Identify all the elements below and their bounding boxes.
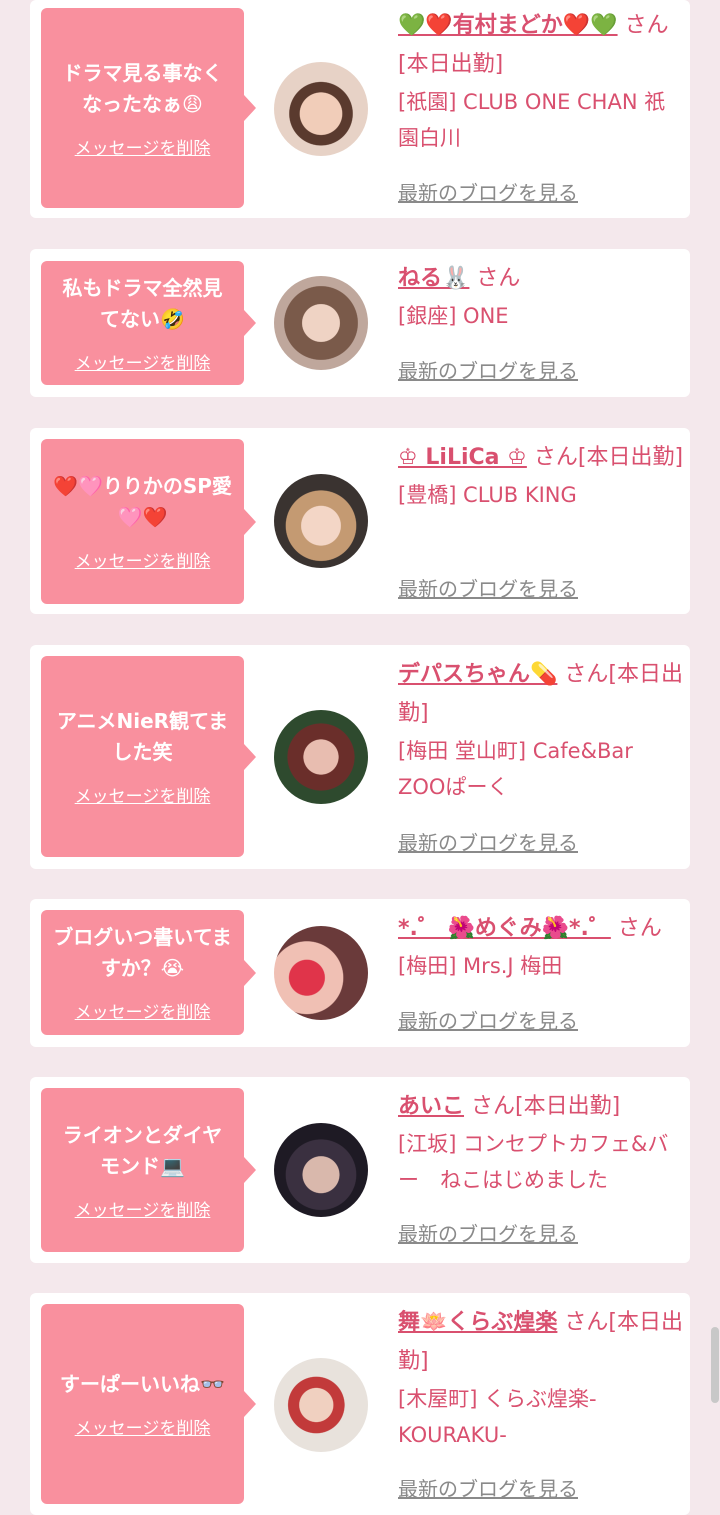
host-name-line: ♔ LiLiCa ♔ さん[本日出勤]	[398, 438, 684, 477]
conversation-card: ブログいつ書いてますか？😭 メッセージを削除 *.゜ 🌺めぐみ🌺*.゜ さん […	[30, 899, 690, 1047]
shop-info: [江坂] コンセプトカフェ&バー ねこはじめました	[398, 1132, 669, 1192]
latest-blog-link[interactable]: 最新のブログを見る	[398, 355, 578, 384]
host-name-line: *.゜ 🌺めぐみ🌺*.゜ さん	[398, 909, 684, 948]
host-info: デパスちゃん💊 さん[本日出勤] [梅田 堂山町] Cafe&Bar ZOOぱー…	[398, 655, 684, 805]
host-info: *.゜ 🌺めぐみ🌺*.゜ さん [梅田] Mrs.J 梅田	[398, 909, 684, 984]
host-name-line: 舞🪷くらぶ煌楽 さん[本日出勤]	[398, 1303, 684, 1381]
host-name-link[interactable]: あいこ	[398, 1094, 464, 1119]
message-bubble: ライオンとダイヤモンド💻 メッセージを削除	[41, 1088, 256, 1252]
conversation-card: 私もドラマ全然見てない🤣 メッセージを削除 ねる🐰 さん [銀座] ONE 最新…	[30, 249, 690, 397]
delete-message-link[interactable]: メッセージを削除	[75, 547, 211, 572]
conversation-card: ライオンとダイヤモンド💻 メッセージを削除 あいこ さん[本日出勤] [江坂] …	[30, 1077, 690, 1263]
message-text: ❤️🩷りりかのSP愛🩷❤️	[53, 474, 232, 529]
avatar[interactable]	[274, 276, 368, 370]
shop-info: [銀座] ONE	[398, 304, 509, 328]
host-name-line: デパスちゃん💊 さん[本日出勤]	[398, 655, 684, 733]
message-text: ライオンとダイヤモンド💻	[62, 1122, 223, 1178]
host-status: さん[本日出勤]	[471, 1094, 621, 1119]
latest-blog-link[interactable]: 最新のブログを見る	[398, 1473, 578, 1502]
host-info: ♔ LiLiCa ♔ さん[本日出勤] [豊橋] CLUB KING	[398, 438, 684, 513]
host-info: 💚❤️有村まどか❤️💚 さん[本日出勤] [祇園] CLUB ONE CHAN …	[398, 6, 684, 156]
delete-message-link[interactable]: メッセージを削除	[75, 134, 211, 159]
host-info: ねる🐰 さん [銀座] ONE	[398, 259, 684, 334]
shop-info: [豊橋] CLUB KING	[398, 483, 577, 507]
shop-info: [木屋町] くらぶ煌楽-KOURAKU-	[398, 1387, 597, 1447]
avatar[interactable]	[274, 1123, 368, 1217]
message-bubble: アニメNieR観てました笑 メッセージを削除	[41, 656, 256, 857]
avatar[interactable]	[274, 62, 368, 156]
host-name-link[interactable]: 舞🪷くらぶ煌楽	[398, 1310, 557, 1335]
message-bubble: すーぱーいいね👓 メッセージを削除	[41, 1304, 256, 1504]
host-info: 舞🪷くらぶ煌楽 さん[本日出勤] [木屋町] くらぶ煌楽-KOURAKU-	[398, 1303, 684, 1453]
message-bubble: ドラマ見る事なくなったなぁ😩 メッセージを削除	[41, 8, 256, 208]
latest-blog-link[interactable]: 最新のブログを見る	[398, 177, 578, 206]
host-name-link[interactable]: ねる🐰	[398, 266, 469, 291]
latest-blog-link[interactable]: 最新のブログを見る	[398, 1218, 578, 1247]
host-name-line: あいこ さん[本日出勤]	[398, 1087, 684, 1126]
avatar[interactable]	[274, 710, 368, 804]
host-name-link[interactable]: 💚❤️有村まどか❤️💚	[398, 13, 618, 38]
host-status: さん	[476, 266, 521, 291]
conversation-card: すーぱーいいね👓 メッセージを削除 舞🪷くらぶ煌楽 さん[本日出勤] [木屋町]…	[30, 1293, 690, 1515]
host-name-line: 💚❤️有村まどか❤️💚 さん[本日出勤]	[398, 6, 684, 84]
message-text: ブログいつ書いてますか？😭	[53, 925, 232, 980]
latest-blog-link[interactable]: 最新のブログを見る	[398, 827, 578, 856]
latest-blog-link[interactable]: 最新のブログを見る	[398, 573, 578, 602]
host-name-link[interactable]: デパスちゃん💊	[398, 662, 557, 687]
shop-info: [祇園] CLUB ONE CHAN 祇園白川	[398, 90, 666, 150]
shop-info: [梅田] Mrs.J 梅田	[398, 954, 563, 978]
message-text: 私もドラマ全然見てない🤣	[62, 275, 223, 331]
host-name-link[interactable]: ♔ LiLiCa ♔	[398, 445, 527, 470]
avatar[interactable]	[274, 474, 368, 568]
conversation-card: アニメNieR観てました笑 メッセージを削除 デパスちゃん💊 さん[本日出勤] …	[30, 645, 690, 869]
avatar[interactable]	[274, 1358, 368, 1452]
host-info: あいこ さん[本日出勤] [江坂] コンセプトカフェ&バー ねこはじめました	[398, 1087, 684, 1198]
avatar[interactable]	[274, 926, 368, 1020]
delete-message-link[interactable]: メッセージを削除	[75, 782, 211, 807]
delete-message-link[interactable]: メッセージを削除	[75, 349, 211, 374]
latest-blog-link[interactable]: 最新のブログを見る	[398, 1005, 578, 1034]
delete-message-link[interactable]: メッセージを削除	[75, 1196, 211, 1221]
message-text: ドラマ見る事なくなったなぁ😩	[62, 60, 223, 116]
host-name-link[interactable]: *.゜ 🌺めぐみ🌺*.゜	[398, 916, 611, 941]
conversation-card: ❤️🩷りりかのSP愛🩷❤️ メッセージを削除 ♔ LiLiCa ♔ さん[本日出…	[30, 428, 690, 614]
message-bubble: 私もドラマ全然見てない🤣 メッセージを削除	[41, 261, 256, 385]
message-bubble: ブログいつ書いてますか？😭 メッセージを削除	[41, 910, 256, 1035]
host-status: さん[本日出勤]	[533, 445, 684, 470]
message-bubble: ❤️🩷りりかのSP愛🩷❤️ メッセージを削除	[41, 439, 256, 604]
delete-message-link[interactable]: メッセージを削除	[75, 998, 211, 1023]
host-name-line: ねる🐰 さん	[398, 259, 684, 298]
scrollbar-thumb[interactable]	[711, 1327, 719, 1403]
host-status: さん	[617, 916, 662, 941]
conversation-card: ドラマ見る事なくなったなぁ😩 メッセージを削除 💚❤️有村まどか❤️💚 さん[本…	[30, 0, 690, 218]
delete-message-link[interactable]: メッセージを削除	[75, 1414, 211, 1439]
shop-info: [梅田 堂山町] Cafe&Bar ZOOぱーく	[398, 739, 633, 799]
message-text: すーぱーいいね👓	[60, 1372, 225, 1396]
message-text: アニメNieR観てました笑	[56, 709, 229, 764]
